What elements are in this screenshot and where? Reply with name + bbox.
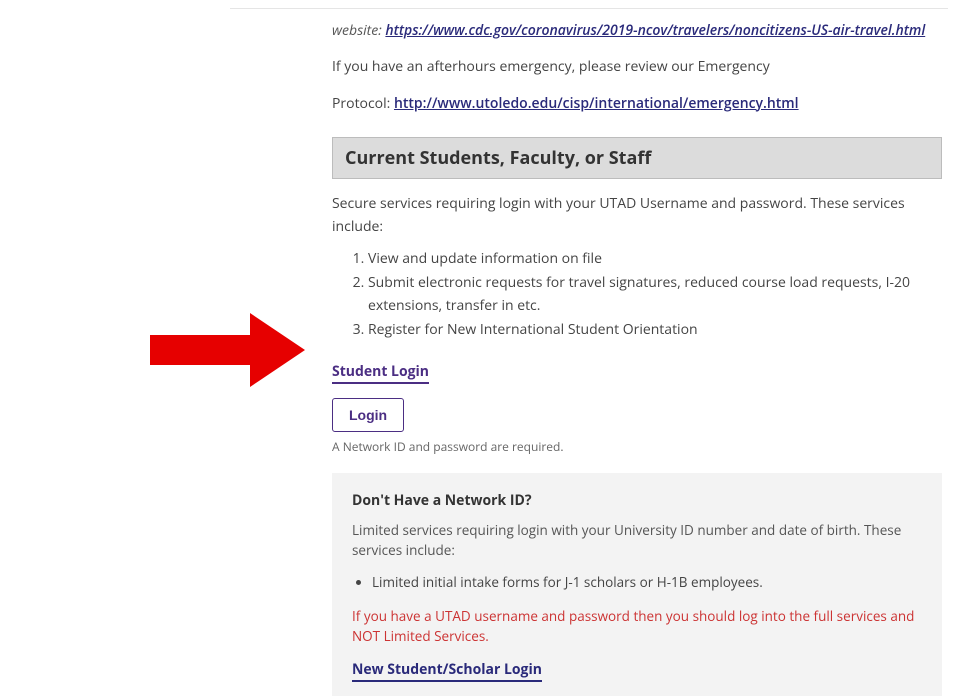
list-item: Limited initial intake forms for J-1 sch… — [372, 572, 922, 594]
no-id-bullets: Limited initial intake forms for J-1 sch… — [372, 572, 922, 594]
student-login-link[interactable]: Student Login — [332, 362, 429, 384]
no-id-desc: Limited services requiring login with yo… — [352, 520, 922, 561]
no-id-warning: If you have a UTAD username and password… — [352, 606, 922, 647]
afterhours-text: If you have an afterhours emergency, ple… — [332, 56, 942, 78]
protocol-label: Protocol: — [332, 94, 390, 113]
section-desc: Secure services requiring login with you… — [332, 193, 942, 238]
website-label: website: — [332, 21, 382, 40]
annotation-arrow-icon — [150, 305, 310, 395]
section-header: Current Students, Faculty, or Staff — [332, 137, 942, 179]
list-item: Register for New International Student O… — [368, 319, 942, 341]
list-item: View and update information on file — [368, 248, 942, 270]
new-student-login-link[interactable]: New Student/Scholar Login — [352, 660, 542, 682]
main-content: website: https://www.cdc.gov/coronavirus… — [332, 20, 942, 696]
login-hint: A Network ID and password are required. — [332, 438, 942, 455]
protocol-link[interactable]: http://www.utoledo.edu/cisp/internationa… — [394, 94, 799, 113]
website-line: website: https://www.cdc.gov/coronavirus… — [332, 20, 942, 42]
no-network-id-box: Don't Have a Network ID? Limited service… — [332, 473, 942, 696]
top-divider — [230, 8, 948, 9]
list-item: Submit electronic requests for travel si… — [368, 272, 942, 317]
cdc-link[interactable]: https://www.cdc.gov/coronavirus/2019-nco… — [385, 21, 925, 40]
login-button[interactable]: Login — [332, 398, 404, 432]
protocol-line: Protocol: http://www.utoledo.edu/cisp/in… — [332, 93, 942, 115]
no-id-heading: Don't Have a Network ID? — [352, 491, 922, 510]
services-list: View and update information on file Subm… — [350, 248, 942, 342]
